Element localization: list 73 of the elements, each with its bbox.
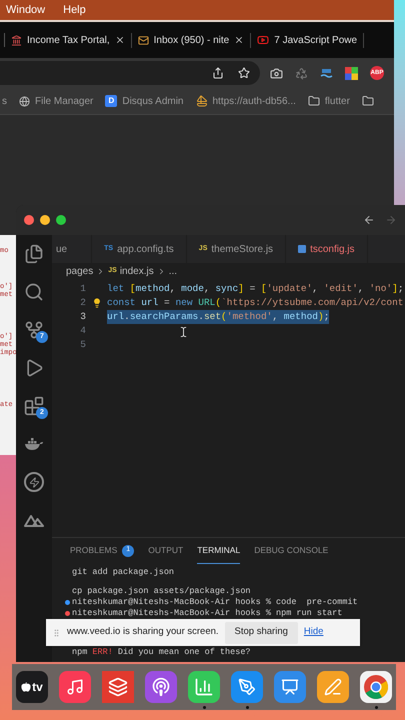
back-icon[interactable]	[363, 214, 375, 226]
browser-tab[interactable]: 7 JavaScript Powe	[257, 32, 364, 48]
color-grid-icon[interactable]	[345, 66, 358, 80]
sailboat-icon	[196, 95, 208, 107]
line-number: 2	[79, 296, 86, 310]
breadcrumb-item[interactable]: ...	[168, 264, 178, 279]
play-icon	[257, 34, 270, 46]
line-number: 5	[79, 338, 86, 352]
camera-icon[interactable]	[270, 66, 283, 80]
line-number: 1	[79, 282, 86, 296]
share-icon[interactable]	[212, 67, 224, 79]
bookmark[interactable]: https://auth-db56...	[196, 94, 296, 108]
browser-app-icon[interactable]	[360, 670, 392, 702]
landmark-icon	[11, 34, 22, 46]
bookmark[interactable]: File Manager	[19, 94, 94, 108]
line-number: 3	[79, 310, 86, 324]
branch-icon[interactable]	[24, 320, 44, 340]
zoom-window-button[interactable]	[56, 215, 66, 225]
extensions-icon[interactable]	[24, 396, 44, 416]
browser-tab[interactable]: Income Tax Portal,	[11, 32, 132, 48]
browser-tab[interactable]: Inbox (950) - nite	[138, 32, 252, 48]
sharing-message: www.veed.io is sharing your screen.	[67, 625, 219, 640]
stop-sharing-button[interactable]: Stop sharing	[224, 622, 298, 644]
layers-app-icon[interactable]	[102, 670, 134, 702]
panel-tab[interactable]: DEBUG CONSOLE	[254, 538, 328, 564]
files-icon[interactable]	[24, 244, 44, 264]
terminal-line: cp package.json assets/package.json	[72, 585, 251, 598]
chart-app-icon[interactable]	[188, 670, 220, 702]
recycle-icon[interactable]	[295, 66, 308, 80]
pen-tool-app-icon[interactable]	[231, 670, 263, 702]
star-icon[interactable]	[238, 67, 250, 79]
presentation-app-icon[interactable]	[274, 670, 306, 702]
waves-icon[interactable]	[320, 66, 333, 80]
folder-icon	[362, 95, 374, 107]
line-number: 4	[79, 324, 86, 338]
bookmark[interactable]: flutter	[308, 94, 350, 108]
editor-tab[interactable]: tsconfig.js	[286, 235, 368, 263]
folder-icon	[308, 95, 320, 107]
terminal-line: niteshkumar@Niteshs-MacBook-Air hooks % code pre-commit	[72, 596, 358, 608]
close-icon[interactable]	[234, 35, 244, 45]
bookmark[interactable]: s	[2, 94, 7, 108]
mountains-icon[interactable]	[24, 513, 44, 527]
panel-tab[interactable]: OUTPUT	[148, 538, 184, 564]
menu-item[interactable]: Window	[6, 2, 46, 18]
globe-icon	[19, 96, 30, 106]
text-cursor-icon	[178, 326, 189, 338]
bookmark[interactable]	[362, 95, 374, 107]
tv-app-icon[interactable]: tv	[16, 670, 48, 702]
close-window-button[interactable]	[24, 215, 34, 225]
editor-tab[interactable]: ue	[52, 235, 92, 263]
podcast-app-icon[interactable]	[145, 670, 177, 702]
breadcrumb-item[interactable]: pages	[66, 264, 94, 279]
close-icon[interactable]	[114, 35, 125, 45]
whale-icon[interactable]	[24, 436, 44, 452]
site-logo: D	[105, 95, 118, 107]
terminal-line: npm ERR! Did you mean one of these?	[72, 646, 251, 659]
menu-item[interactable]: Help	[63, 2, 86, 18]
bolt-icon[interactable]	[24, 472, 44, 492]
bookmark[interactable]: D Disqus Admin	[105, 94, 184, 108]
music-app-icon[interactable]	[59, 670, 91, 702]
search-icon[interactable]	[24, 282, 44, 302]
terminal-line: git add package.json	[72, 566, 174, 579]
mail-icon	[138, 34, 149, 46]
minimize-window-button[interactable]	[40, 215, 50, 225]
drag-handle-icon[interactable]	[52, 626, 61, 638]
settings-file-icon	[298, 245, 306, 253]
code-line: let [method, mode, sync] = ['update', 'edit', 'no'];	[107, 282, 404, 296]
panel-tab[interactable]: TERMINAL	[197, 538, 240, 564]
pen-app-icon[interactable]	[317, 670, 349, 702]
terminal-line: niteshkumar@Niteshs-MacBook-Air hooks % npm run start	[72, 607, 342, 620]
lightbulb-icon[interactable]	[92, 298, 102, 308]
code-line: const url = new URL(`https://ytsubme.com/api/v2/cont	[107, 296, 404, 310]
hide-link[interactable]: Hide	[304, 625, 324, 640]
